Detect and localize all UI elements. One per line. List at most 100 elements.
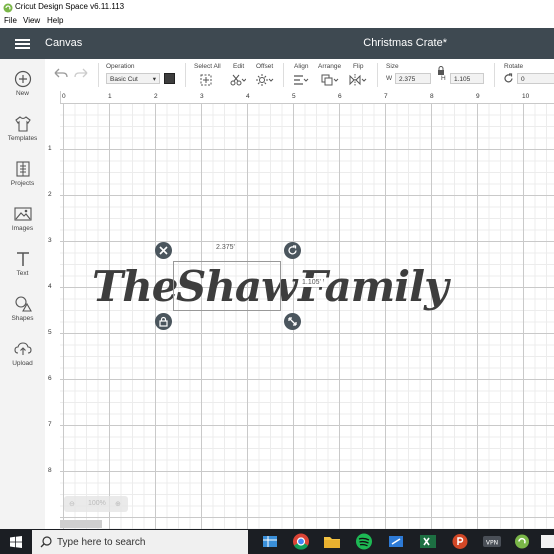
width-label: W (386, 75, 393, 82)
lock-handle[interactable] (155, 313, 172, 330)
sidebar-item-projects[interactable]: Projects (0, 160, 45, 187)
sidebar-item-text[interactable]: Text (0, 250, 45, 277)
spotify-icon[interactable] (354, 532, 374, 551)
ruler-left-label: 7 (48, 421, 52, 428)
shirt-icon (14, 116, 31, 132)
snipping-tool-icon[interactable] (386, 532, 406, 551)
horizontal-scrollbar[interactable] (60, 520, 102, 528)
projects-icon (15, 161, 30, 177)
align-icon[interactable] (293, 74, 309, 86)
selection-box[interactable] (173, 261, 281, 311)
ruler-left-label: 2 (48, 191, 52, 198)
flip-icon[interactable] (349, 74, 367, 86)
ruler-left-label: 8 (48, 467, 52, 474)
app-header: Canvas Christmas Crate* (0, 28, 554, 59)
lock-icon[interactable] (437, 66, 445, 75)
height-input[interactable]: 1.105 (450, 73, 484, 84)
scissors-icon[interactable] (230, 74, 246, 86)
task-view-icon[interactable] (260, 532, 280, 551)
excel-icon[interactable] (418, 532, 438, 551)
cricut-app-icon (3, 3, 13, 13)
sidebar-item-label: New (15, 90, 29, 97)
zoom-control: ⊖ 100% ⊕ (64, 496, 128, 512)
ruler-top-label: 0 (62, 93, 66, 100)
sidebar-item-upload[interactable]: Upload (0, 340, 45, 367)
delete-handle[interactable] (155, 242, 172, 259)
menu-file[interactable]: File (4, 16, 17, 25)
canvas-label: Canvas (45, 37, 83, 49)
sidebar-item-shapes[interactable]: Shapes (0, 295, 45, 322)
windows-start-icon[interactable] (10, 536, 22, 548)
ruler-left: 1 2 3 4 5 6 7 8 (45, 91, 61, 529)
design-canvas[interactable] (60, 103, 554, 529)
ruler-top-label: 3 (200, 93, 204, 100)
app-icon[interactable] (538, 532, 554, 551)
sidebar-item-label: Shapes (11, 315, 34, 322)
sidebar-item-templates[interactable]: Templates (0, 115, 45, 142)
left-sidebar: New Templates Projects Images Text Shape… (0, 59, 46, 529)
redo-icon[interactable] (74, 68, 88, 79)
rotate-handle[interactable] (284, 242, 301, 259)
window-titlebar: Cricut Design Space v6.11.113 (0, 0, 554, 15)
ruler-left-label: 6 (48, 375, 52, 382)
upload-icon (13, 342, 32, 355)
windows-taskbar: Type here to search VPN (0, 529, 554, 554)
zoom-level: 100% (88, 500, 106, 507)
height-label: H (441, 75, 446, 82)
arrange-label: Arrange (318, 63, 342, 70)
window-title: Cricut Design Space v6.11.113 (15, 2, 125, 11)
resize-handle[interactable] (284, 313, 301, 330)
operation-select[interactable]: Basic Cut ▾ (106, 73, 160, 84)
sidebar-item-images[interactable]: Images (0, 205, 45, 232)
zoom-out-icon[interactable]: ⊖ (69, 500, 75, 508)
rotate-icon (288, 245, 297, 255)
height-dimension: 1.105' (300, 278, 323, 287)
undo-icon[interactable] (54, 68, 68, 79)
select-all-icon[interactable] (200, 74, 212, 86)
resize-arrows-icon (288, 317, 297, 326)
rotate-icon (504, 73, 513, 83)
ruler-left-label: 1 (48, 145, 52, 152)
align-label: Align (294, 63, 309, 70)
zoom-in-icon[interactable]: ⊕ (115, 500, 121, 508)
taskbar-search[interactable]: Type here to search (32, 530, 248, 554)
file-explorer-icon[interactable] (322, 532, 342, 551)
rotate-label: Rotate (504, 63, 524, 70)
cricut-taskbar-icon[interactable] (512, 532, 532, 551)
vpn-icon[interactable]: VPN (482, 532, 502, 551)
sidebar-item-label: Text (16, 270, 29, 277)
ruler-left-label: 3 (48, 237, 52, 244)
text-icon (16, 252, 29, 266)
ruler-left-label: 4 (48, 283, 52, 290)
width-input[interactable]: 2.375 (395, 73, 431, 84)
ruler-top-label: 4 (246, 93, 250, 100)
svg-text:VPN: VPN (486, 540, 498, 547)
sidebar-item-label: Projects (10, 180, 35, 187)
operation-color-swatch[interactable] (164, 73, 175, 84)
ruler-left-label: 5 (48, 329, 52, 336)
operation-label: Operation (106, 63, 135, 70)
ruler-top-label: 9 (476, 93, 480, 100)
chrome-icon[interactable] (291, 532, 311, 551)
arrange-icon[interactable] (321, 74, 339, 86)
text-the[interactable]: The (92, 262, 179, 311)
offset-icon[interactable] (256, 74, 274, 86)
width-dimension: 2.375' (216, 244, 235, 251)
sidebar-item-label: Images (11, 225, 34, 232)
edit-toolbar: Operation Basic Cut ▾ Select All Edit Off… (45, 59, 554, 92)
rotate-input[interactable]: 0 (517, 73, 554, 84)
menu-help[interactable]: Help (47, 16, 63, 25)
sidebar-item-label: Templates (7, 135, 38, 142)
ruler-top-label: 2 (154, 93, 158, 100)
lock-icon (159, 316, 168, 327)
shapes-icon (14, 296, 32, 312)
close-icon (159, 246, 168, 255)
select-all-label: Select All (194, 63, 221, 70)
hamburger-menu-icon[interactable] (15, 39, 30, 49)
menu-view[interactable]: View (23, 16, 40, 25)
ruler-top-label: 10 (522, 93, 530, 100)
powerpoint-icon[interactable] (450, 532, 470, 551)
taskbar-search-placeholder: Type here to search (57, 537, 146, 548)
sidebar-item-new[interactable]: New (0, 70, 45, 97)
plus-circle-icon (14, 70, 31, 88)
